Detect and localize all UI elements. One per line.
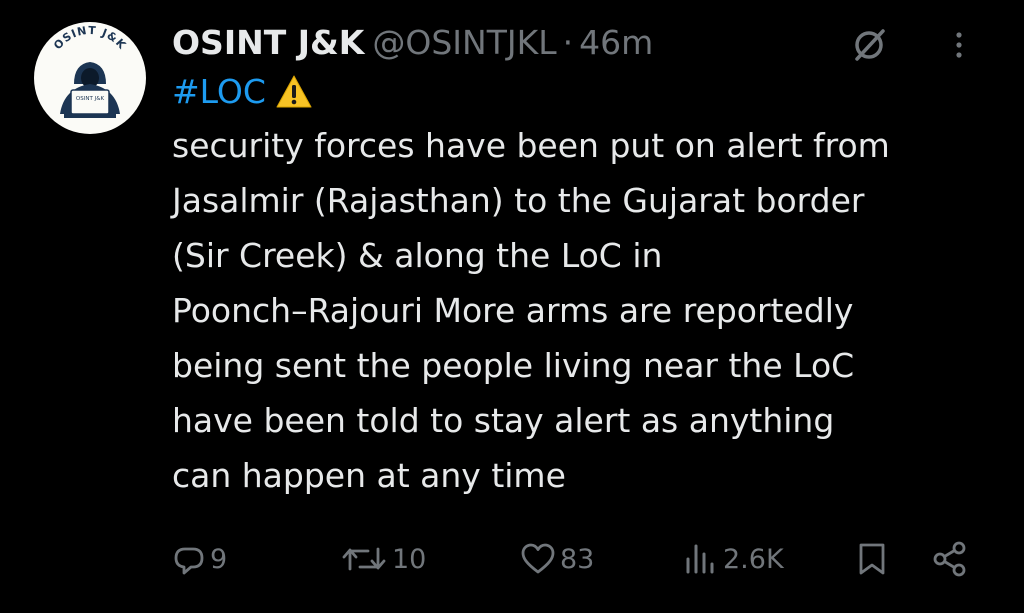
share-icon [933, 541, 966, 577]
svg-text:OSINT J&K: OSINT J&K [51, 24, 129, 52]
heart-icon [521, 543, 555, 574]
reply-count: 9 [210, 543, 228, 575]
avatar[interactable]: OSINT J&K OSINT J&K [34, 22, 146, 134]
like-count: 83 [560, 543, 595, 575]
repost-count: 10 [392, 543, 427, 575]
hashtag-link[interactable]: #LOC [172, 66, 266, 118]
views-icon [686, 544, 714, 574]
bookmark-button[interactable] [856, 534, 888, 584]
author-name[interactable]: OSINT J&K [172, 23, 364, 62]
separator-dot: · [562, 23, 574, 62]
tweet-header: OSINT J&K @OSINTJKL · 46m [172, 20, 992, 66]
more-icon[interactable] [952, 26, 966, 64]
avatar-laptop-text: OSINT J&K [76, 96, 105, 102]
avatar-arc-text: OSINT J&K [51, 24, 128, 52]
repost-button[interactable]: 10 [340, 534, 426, 584]
warning-icon [276, 75, 312, 108]
tweet-body: security forces have been put on alert f… [172, 126, 890, 495]
timestamp[interactable]: 46m [579, 23, 653, 62]
tweet-content: OSINT J&K @OSINTJKL · 46m #LOC security for… [172, 20, 992, 503]
share-button[interactable] [930, 534, 970, 584]
repost-icon [342, 547, 386, 571]
grok-icon[interactable] [850, 26, 888, 64]
hashtag-line: #LOC [172, 66, 992, 118]
views-button[interactable]: 2.6K [683, 534, 784, 584]
action-bar: 9 10 83 2.6K [0, 534, 1024, 584]
tweet-card[interactable]: OSINT J&K OSINT J&K OSINT J&K @OSINTJKL · 4… [0, 0, 1024, 613]
reply-icon [174, 547, 204, 575]
reply-button[interactable]: 9 [172, 534, 227, 584]
like-button[interactable]: 83 [520, 534, 594, 584]
view-count: 2.6K [723, 543, 784, 575]
hacker-logo-icon: OSINT J&K OSINT J&K [51, 24, 129, 118]
bookmark-icon [859, 543, 885, 575]
author-handle[interactable]: @OSINTJKL [372, 23, 556, 62]
